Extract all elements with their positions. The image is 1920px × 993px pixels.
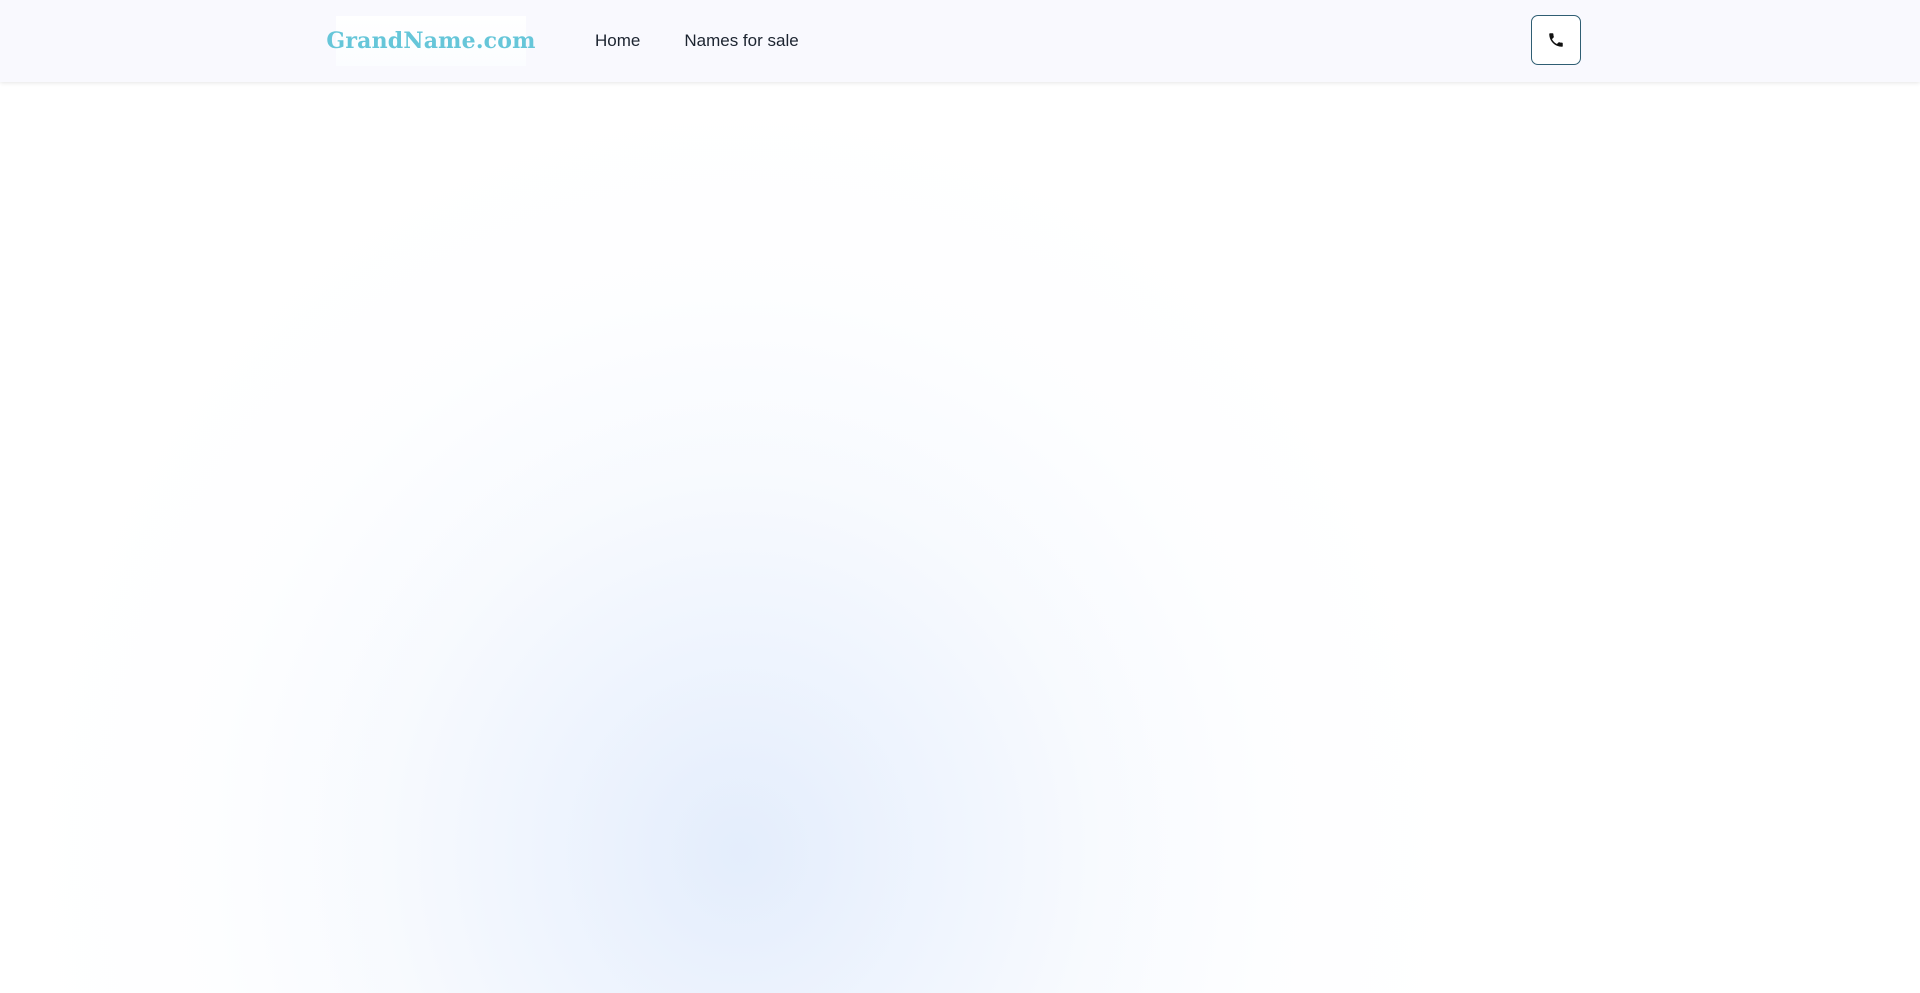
logo-text: GrandName.com xyxy=(326,28,536,54)
page: GrandName.com Home Names for sale xyxy=(0,0,1920,993)
background-glow xyxy=(0,82,1920,993)
nav-home-link[interactable]: Home xyxy=(595,31,640,51)
nav-names-for-sale-link[interactable]: Names for sale xyxy=(684,31,798,51)
phone-icon xyxy=(1547,31,1565,49)
site-header: GrandName.com Home Names for sale xyxy=(0,0,1920,82)
contact-phone-button[interactable] xyxy=(1531,15,1581,65)
main-nav: Home Names for sale xyxy=(595,0,799,82)
site-logo[interactable]: GrandName.com xyxy=(326,16,535,66)
